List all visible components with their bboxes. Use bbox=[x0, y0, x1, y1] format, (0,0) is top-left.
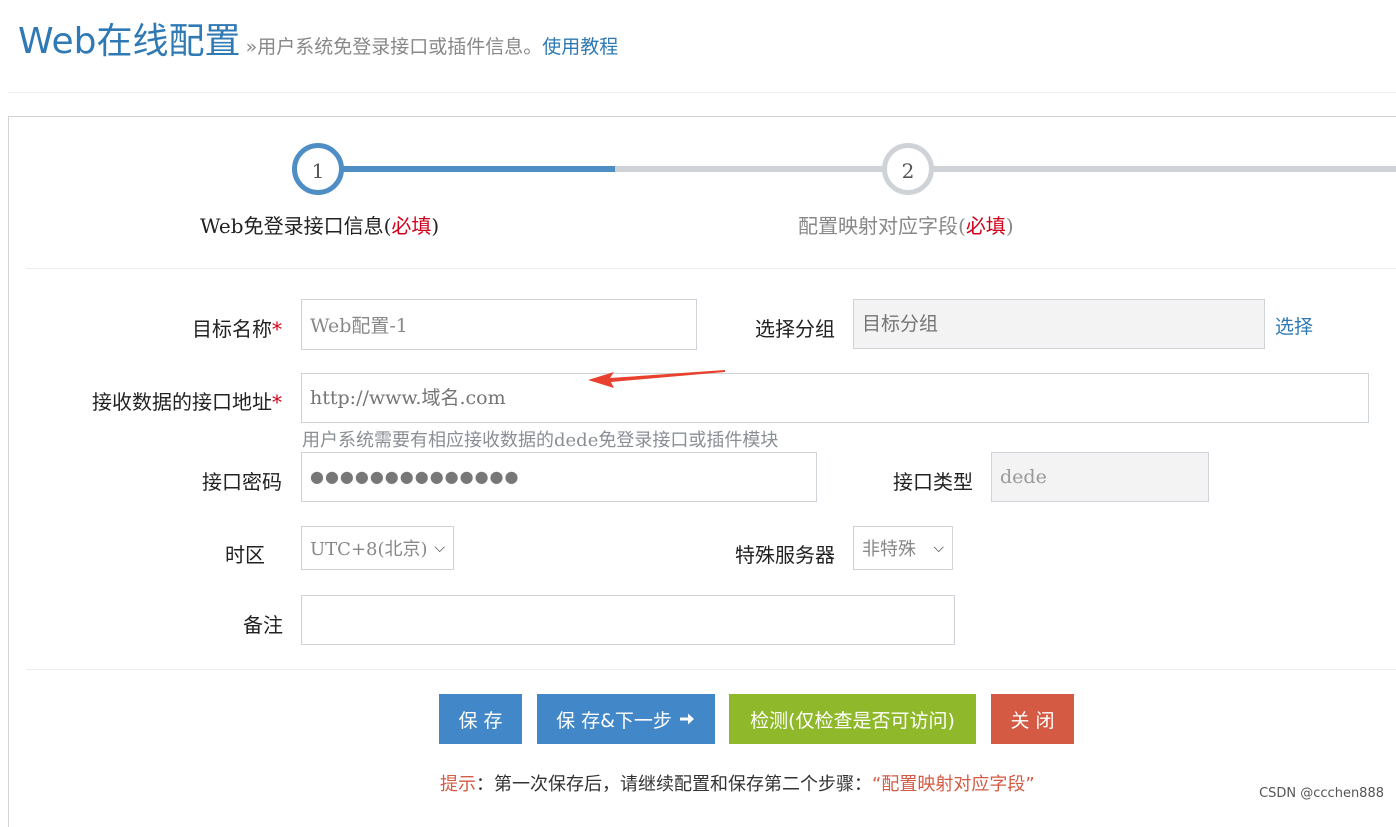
target-name-input[interactable] bbox=[301, 299, 697, 350]
annotation-arrow-icon bbox=[588, 370, 725, 388]
check-button[interactable]: 检测(仅检查是否可访问) bbox=[729, 694, 976, 744]
timezone-label: 时区 bbox=[225, 543, 265, 567]
group-input[interactable] bbox=[853, 299, 1265, 349]
special-server-label: 特殊服务器 bbox=[735, 543, 835, 567]
close-button[interactable]: 关 闭 bbox=[991, 694, 1074, 744]
target-name-label: 目标名称* bbox=[192, 317, 282, 341]
api-type-label: 接口类型 bbox=[893, 470, 973, 494]
page-title: Web在线配置 bbox=[18, 21, 241, 62]
chevron-down-icon: ⌵ bbox=[434, 540, 445, 556]
api-url-help: 用户系统需要有相应接收数据的dede免登录接口或插件模块 bbox=[302, 430, 779, 451]
page-subtitle: »用户系统免登录接口或插件信息。 bbox=[245, 36, 543, 58]
remark-input[interactable] bbox=[301, 595, 955, 645]
save-next-button[interactable]: 保 存&下一步 bbox=[537, 694, 715, 744]
watermark: CSDN @ccchen888 bbox=[1259, 786, 1384, 801]
chevron-down-icon: ⌵ bbox=[933, 540, 944, 556]
save-tip: 提示：第一次保存后，请继续配置和保存第二个步骤：“配置映射对应字段” bbox=[440, 774, 1035, 795]
step-track-active bbox=[340, 166, 615, 172]
api-password-label: 接口密码 bbox=[202, 470, 282, 494]
api-type-input[interactable]: dede bbox=[991, 452, 1209, 502]
step-track-inactive bbox=[615, 166, 1396, 172]
api-url-input[interactable] bbox=[301, 373, 1369, 423]
arrow-right-icon bbox=[678, 710, 696, 728]
remark-label: 备注 bbox=[243, 613, 283, 637]
api-url-label: 接收数据的接口地址* bbox=[92, 390, 282, 414]
group-select-link[interactable]: 选择 bbox=[1275, 312, 1313, 339]
special-server-select[interactable]: 非特殊 ⌵ bbox=[853, 526, 953, 570]
step-2-label[interactable]: 配置映射对应字段(必填) bbox=[798, 210, 1014, 239]
stepper-divider bbox=[26, 268, 1396, 269]
group-label: 选择分组 bbox=[755, 317, 835, 341]
save-button[interactable]: 保 存 bbox=[439, 694, 522, 744]
step-1-circle[interactable]: 1 bbox=[292, 143, 344, 195]
page-header: Web在线配置 »用户系统免登录接口或插件信息。使用教程 bbox=[18, 12, 618, 64]
header-divider bbox=[8, 92, 1396, 93]
step-1-label[interactable]: Web免登录接口信息(必填) bbox=[200, 210, 439, 239]
timezone-select[interactable]: UTC+8(北京) ⌵ bbox=[301, 526, 454, 570]
api-password-input[interactable]: ●●●●●●●●●●●●●● bbox=[301, 452, 817, 502]
form-divider bbox=[26, 669, 1396, 670]
step-2-circle[interactable]: 2 bbox=[882, 143, 934, 195]
tutorial-link[interactable]: 使用教程 bbox=[542, 36, 618, 58]
